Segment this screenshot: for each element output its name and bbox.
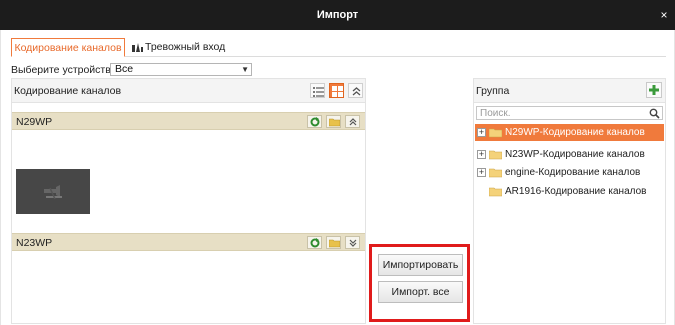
chevron-down-icon: ▼ (241, 65, 249, 74)
close-icon[interactable]: × (658, 8, 670, 22)
group-tree-item[interactable]: + engine-Кодирование каналов (475, 164, 664, 181)
no-video-icon (44, 185, 62, 200)
group-tree-item[interactable]: + N23WP-Кодирование каналов (475, 146, 664, 163)
list-view-button[interactable] (310, 83, 325, 98)
double-chevron-up-icon (352, 87, 361, 96)
device-select-value: Все (115, 63, 134, 75)
plus-icon (649, 85, 659, 95)
double-chevron-up-icon (349, 118, 357, 126)
channel-thumbnail[interactable] (16, 169, 90, 214)
channel-encoding-title: Кодирование каналов (14, 85, 122, 97)
double-chevron-down-icon (349, 239, 357, 247)
expand-icon[interactable]: + (477, 150, 486, 159)
list-view-icon (313, 87, 324, 97)
device-name: N29WP (16, 116, 53, 128)
import-all-button[interactable]: Импорт. все (378, 281, 463, 303)
collapse-all-button[interactable] (348, 83, 363, 98)
group-search-input[interactable] (476, 106, 663, 120)
folder-icon (489, 128, 502, 138)
expand-button[interactable] (345, 236, 360, 249)
import-button[interactable]: Импортировать (378, 254, 463, 276)
device-row[interactable]: N29WP (12, 112, 365, 130)
search-icon[interactable] (649, 108, 660, 119)
import-dialog: Кодирование каналов Тревожный вход Выбер… (0, 30, 675, 325)
import-actions-highlight: Импортировать Импорт. все (369, 244, 470, 322)
device-select[interactable]: Все ▼ (110, 63, 252, 76)
expand-icon[interactable]: + (477, 128, 486, 137)
group-title: Группа (476, 85, 510, 97)
folder-icon (489, 150, 502, 160)
grid-view-icon (332, 86, 343, 97)
add-group-button[interactable] (646, 82, 662, 98)
folder-icon (329, 239, 340, 248)
group-tree-item[interactable]: + N29WP-Кодирование каналов (475, 124, 664, 141)
tab-channel-encoding[interactable]: Кодирование каналов (11, 38, 125, 57)
tab-alarm-input-label: Тревожный вход (145, 41, 226, 53)
refresh-icon (310, 238, 320, 248)
device-name: N23WP (16, 237, 53, 249)
refresh-button[interactable] (307, 115, 322, 128)
channel-encoding-header: Кодирование каналов (12, 79, 365, 103)
refresh-icon (310, 117, 320, 127)
title-bar: Импорт × (0, 0, 675, 30)
expand-icon[interactable]: + (477, 168, 486, 177)
channel-encoding-panel: Кодирование каналов N29WP N23WP (11, 78, 366, 324)
collapse-button[interactable] (345, 115, 360, 128)
folder-icon (489, 187, 502, 197)
group-tree-label: N23WP-Кодирование каналов (505, 149, 645, 160)
grid-view-button[interactable] (329, 83, 344, 98)
device-select-label: Выберите устройство (11, 64, 117, 76)
refresh-button[interactable] (307, 236, 322, 249)
group-header: Группа (474, 79, 665, 103)
folder-button[interactable] (326, 236, 341, 249)
alarm-input-icon (132, 43, 143, 52)
device-row[interactable]: N23WP (12, 233, 365, 251)
window-title: Импорт (316, 9, 359, 21)
group-tree-label: AR1916-Кодирование каналов (505, 186, 647, 197)
folder-button[interactable] (326, 115, 341, 128)
group-tree-label: engine-Кодирование каналов (505, 167, 641, 178)
group-panel: Группа + N29WP-Кодирование каналов + (473, 78, 666, 324)
folder-icon (489, 168, 502, 178)
folder-icon (329, 118, 340, 127)
tab-alarm-input[interactable]: Тревожный вход (129, 38, 229, 57)
group-tree-item[interactable]: AR1916-Кодирование каналов (475, 183, 664, 200)
group-tree-label: N29WP-Кодирование каналов (505, 127, 645, 138)
